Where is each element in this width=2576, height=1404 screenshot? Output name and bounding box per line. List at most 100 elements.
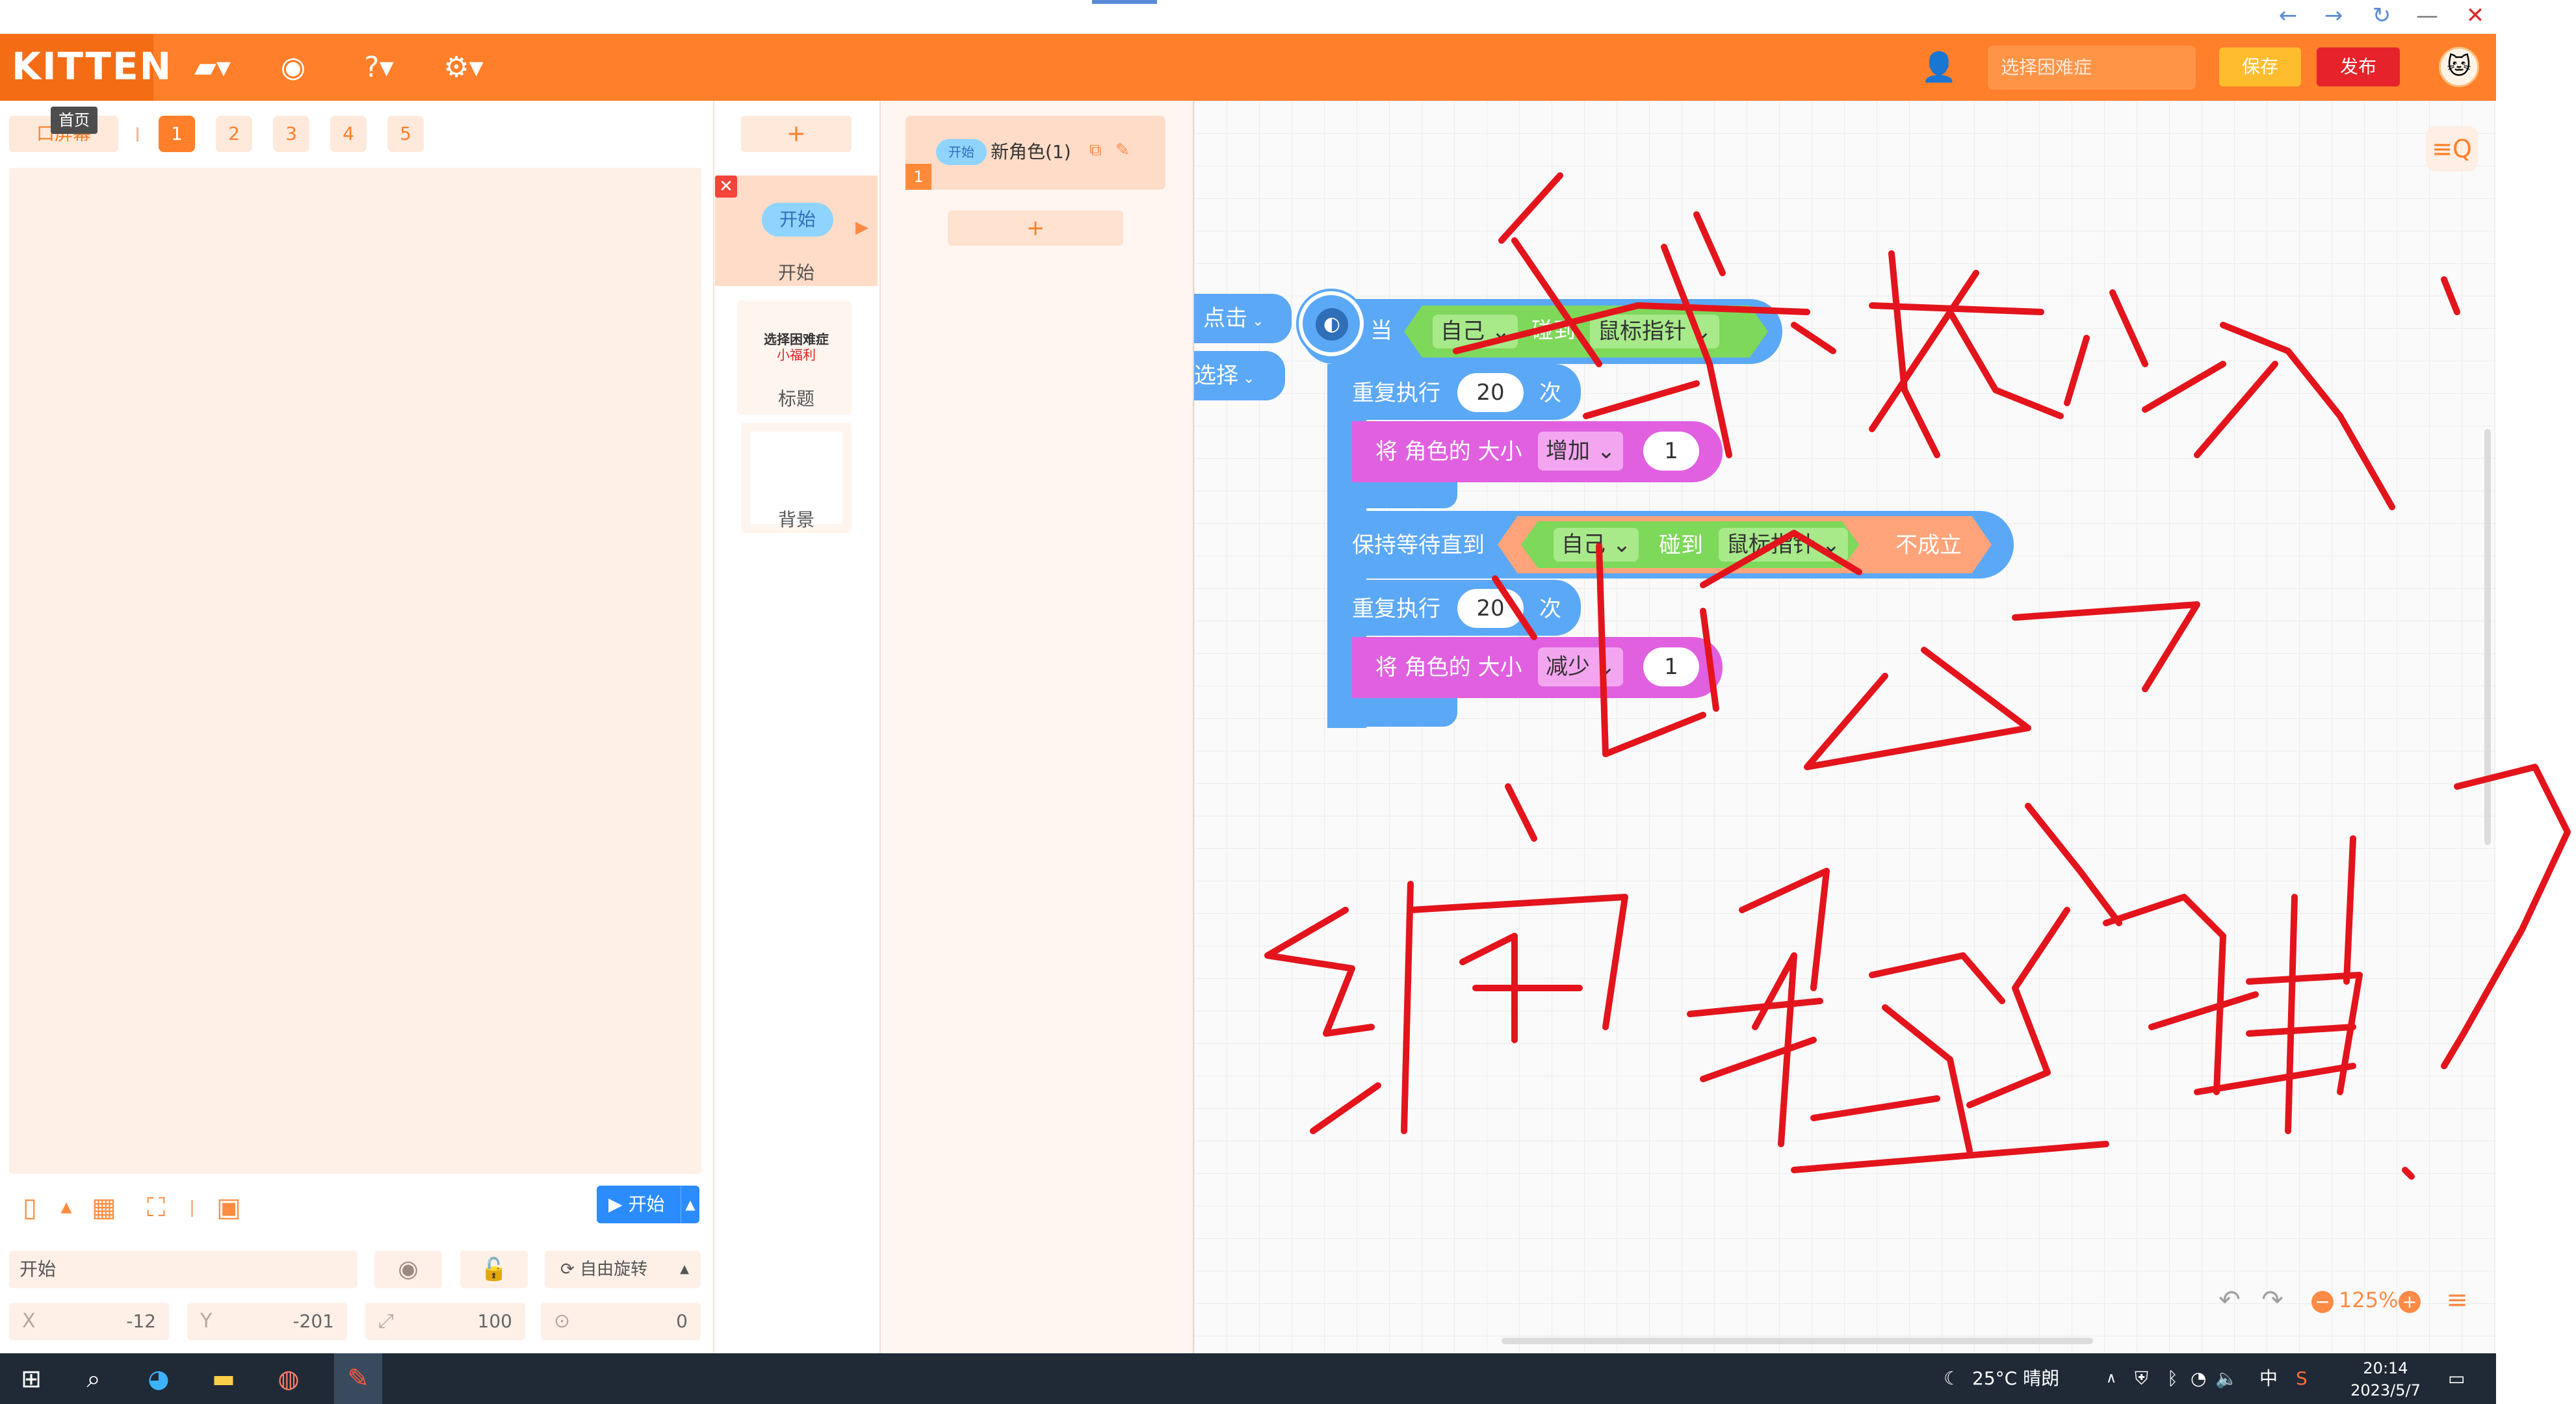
repeat-count-input[interactable]: 20 bbox=[1457, 373, 1524, 412]
security-icon[interactable]: ⛨ bbox=[2135, 1361, 2148, 1396]
page-tab-4[interactable]: 4 bbox=[330, 116, 367, 152]
size-value: 100 bbox=[477, 1310, 512, 1332]
clock-time: 20:14 bbox=[2363, 1359, 2408, 1377]
stage-canvas[interactable] bbox=[9, 168, 701, 1174]
copy-icon[interactable]: ⧉ bbox=[1089, 140, 1102, 161]
page-tab-2[interactable]: 2 bbox=[216, 116, 252, 152]
direction-field[interactable]: ⊙ 0 bbox=[541, 1303, 701, 1340]
app-icon[interactable]: ◍ bbox=[257, 1356, 320, 1401]
x-field[interactable]: X -12 bbox=[9, 1303, 169, 1340]
caret-up-icon[interactable]: ▲ bbox=[47, 1190, 86, 1226]
add-user-icon[interactable]: 👤 bbox=[1916, 47, 1962, 88]
zoom-in-icon[interactable]: + bbox=[2399, 1291, 2421, 1313]
y-label: Y bbox=[200, 1310, 213, 1332]
back-icon[interactable]: ← bbox=[2269, 1, 2308, 30]
fullscreen-icon[interactable]: ⛶ bbox=[137, 1190, 176, 1226]
weather-text[interactable]: 25°C 晴朗 bbox=[1972, 1361, 2059, 1396]
caret-up-icon[interactable]: ▲ bbox=[681, 1186, 699, 1223]
size-field[interactable]: ⤢ 100 bbox=[365, 1303, 525, 1340]
sogou-icon[interactable]: S bbox=[2296, 1361, 2308, 1396]
align-icon[interactable]: ≡ bbox=[2438, 1280, 2477, 1320]
block-label: 选择 bbox=[1194, 363, 1238, 389]
repeat-label: 重复执行 bbox=[1352, 596, 1440, 622]
zoom-level: 125% bbox=[2339, 1288, 2399, 1312]
help-icon[interactable]: ?▾ bbox=[356, 47, 402, 88]
notification-icon[interactable]: ▭ bbox=[2448, 1361, 2465, 1396]
edit-icon[interactable]: ✎ bbox=[1115, 140, 1130, 160]
vertical-scrollbar[interactable] bbox=[2484, 429, 2491, 845]
sprite-index-badge: 1 bbox=[905, 164, 931, 190]
save-button[interactable]: 保存 bbox=[2219, 47, 2301, 86]
zoom-out-icon[interactable]: − bbox=[2311, 1291, 2334, 1313]
forward-icon[interactable]: → bbox=[2314, 1, 2353, 30]
scene-label: 背景 bbox=[777, 509, 814, 530]
publish-button[interactable]: 发布 bbox=[2317, 47, 2400, 86]
refresh-icon[interactable]: ↻ bbox=[2362, 1, 2401, 30]
chevron-right-icon[interactable]: ▶ bbox=[855, 218, 868, 237]
scene-list bbox=[713, 101, 879, 1353]
lock-icon[interactable]: 🔓 bbox=[460, 1251, 528, 1288]
close-icon[interactable]: ✕ bbox=[715, 176, 737, 198]
page-tab-1[interactable]: 1 bbox=[159, 116, 195, 152]
app-logo[interactable]: KITTEN bbox=[12, 40, 172, 92]
file-explorer-icon[interactable]: ▬ bbox=[192, 1356, 255, 1401]
scene-thumbnail-subtitle: 小福利 bbox=[777, 347, 816, 363]
project-name-input[interactable]: 选择困难症 bbox=[1988, 46, 2196, 90]
page-tab-3[interactable]: 3 bbox=[273, 116, 309, 152]
sprite-name: 新角色(1) bbox=[991, 141, 1071, 162]
target-dropdown[interactable]: 自己 ⌄ bbox=[1433, 315, 1518, 348]
kitten-app-icon[interactable]: ✎ bbox=[334, 1353, 382, 1404]
avatar[interactable]: 🐱 bbox=[2439, 47, 2479, 87]
volume-icon[interactable]: 🔈 bbox=[2215, 1361, 2238, 1396]
close-icon[interactable]: ✕ bbox=[2456, 1, 2495, 30]
clock-date: 2023/5/7 bbox=[2350, 1381, 2421, 1399]
y-field[interactable]: Y -201 bbox=[187, 1303, 347, 1340]
clock[interactable]: 20:14 2023/5/7 bbox=[2340, 1357, 2431, 1401]
amount-input[interactable]: 1 bbox=[1643, 432, 1699, 471]
sprite-list bbox=[879, 101, 1194, 1353]
edge-browser-icon[interactable]: ◕ bbox=[127, 1356, 190, 1401]
operation-dropdown[interactable]: 增加 ⌄ bbox=[1538, 432, 1624, 471]
ime-indicator[interactable]: 中 bbox=[2259, 1361, 2278, 1396]
loading-indicator bbox=[1092, 0, 1157, 4]
amount-input[interactable]: 1 bbox=[1643, 647, 1699, 686]
dropdown-label: 减少 bbox=[1546, 654, 1590, 680]
video-icon[interactable]: ▣ bbox=[209, 1190, 248, 1226]
sprite-name-field[interactable]: 开始 bbox=[9, 1251, 358, 1288]
minimize-icon[interactable]: — bbox=[2408, 1, 2447, 30]
search-icon[interactable]: ⌕ bbox=[62, 1356, 125, 1401]
visibility-icon[interactable]: ◉ bbox=[374, 1251, 442, 1288]
settings-icon[interactable]: ⚙▾ bbox=[441, 47, 486, 88]
object-dropdown[interactable]: 鼠标指针 ⌄ bbox=[1590, 315, 1720, 348]
horizontal-scrollbar[interactable] bbox=[1502, 1338, 2093, 1344]
device-icon[interactable]: ▯ bbox=[10, 1190, 49, 1226]
run-button[interactable]: ▶ 开始 ▲ bbox=[597, 1186, 699, 1223]
dropdown-label: 自己 bbox=[1561, 532, 1606, 558]
repeat-label: 重复执行 bbox=[1352, 380, 1440, 406]
folder-icon[interactable]: ▰▾ bbox=[190, 47, 235, 88]
page-tab-5[interactable]: 5 bbox=[387, 116, 424, 152]
y-value: -201 bbox=[293, 1310, 334, 1332]
undo-icon[interactable]: ↶ bbox=[2210, 1280, 2249, 1320]
caret-up-icon: ▲ bbox=[680, 1262, 689, 1276]
add-scene-button[interactable]: + bbox=[741, 116, 852, 152]
redo-icon[interactable]: ↷ bbox=[2253, 1280, 2292, 1320]
search-icon[interactable]: ≡Q bbox=[2426, 126, 2478, 172]
touch-icon: ◐ bbox=[1316, 308, 1348, 341]
add-sprite-button[interactable]: + bbox=[948, 211, 1123, 246]
grid-icon[interactable]: ▦ bbox=[85, 1190, 124, 1226]
rotation-mode-select[interactable]: ⟳ 自由旋转 ▲ bbox=[545, 1251, 701, 1288]
scene-label: 开始 bbox=[777, 262, 814, 283]
target-dropdown[interactable]: 自己 ⌄ bbox=[1554, 528, 1639, 562]
windows-start-icon[interactable]: ⊞ bbox=[0, 1356, 62, 1401]
wifi-icon[interactable]: ◔ bbox=[2191, 1361, 2206, 1396]
tray-caret-icon[interactable]: ∧ bbox=[2106, 1361, 2116, 1396]
event-block[interactable]: 选择 ⌄ bbox=[1194, 351, 1285, 400]
operation-dropdown[interactable]: 减少 ⌄ bbox=[1538, 647, 1624, 686]
object-dropdown[interactable]: 鼠标指针 ⌄ bbox=[1719, 528, 1849, 562]
code-workspace[interactable] bbox=[1194, 101, 2496, 1353]
repeat-count-input[interactable]: 20 bbox=[1457, 589, 1524, 628]
backpack-icon[interactable]: ◉ bbox=[270, 47, 316, 88]
bluetooth-icon[interactable]: ᛒ bbox=[2167, 1361, 2178, 1396]
event-block[interactable]: 点击 ⌄ bbox=[1194, 294, 1292, 343]
